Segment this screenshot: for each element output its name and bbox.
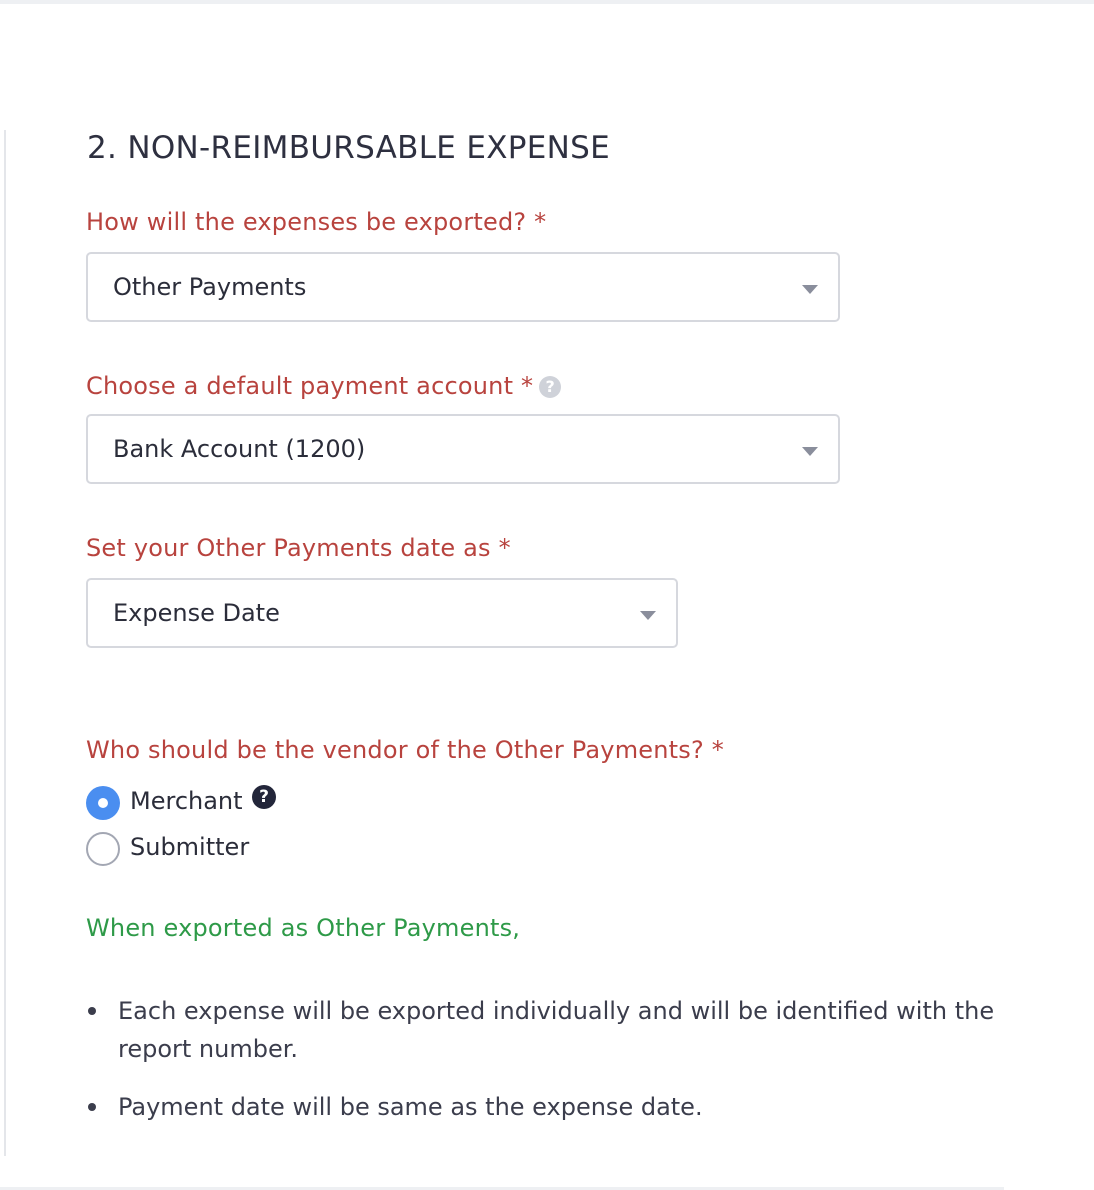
info-item-text: Each expense will be exported individual… [118, 997, 995, 1063]
export-method-select[interactable]: Other Payments [86, 252, 840, 322]
chevron-down-icon [802, 285, 818, 294]
bullet-icon [88, 1007, 96, 1015]
payment-account-label: Choose a default payment account * [86, 372, 534, 400]
payment-account-select[interactable]: Bank Account (1200) [86, 414, 840, 484]
help-icon[interactable]: ? [539, 376, 562, 398]
section-left-rule [4, 130, 6, 1156]
info-heading: When exported as Other Payments, [86, 914, 521, 942]
bullet-icon [88, 1103, 96, 1111]
export-method-value: Other Payments [113, 273, 307, 301]
list-item: Payment date will be same as the expense… [86, 1088, 1006, 1126]
help-icon[interactable]: ? [252, 785, 276, 809]
submitter-radio[interactable] [86, 832, 120, 866]
payment-date-label: Set your Other Payments date as * [86, 534, 511, 562]
payment-date-value: Expense Date [113, 599, 280, 627]
submitter-radio-label: Submitter [130, 833, 250, 861]
merchant-radio-label: Merchant [130, 787, 243, 815]
vendor-option-merchant[interactable]: Merchant ? [86, 785, 306, 820]
section-title: 2. NON-REIMBURSABLE EXPENSE [87, 130, 611, 166]
info-list: Each expense will be exported individual… [86, 992, 1006, 1146]
list-item: Each expense will be exported individual… [86, 992, 1006, 1068]
vendor-label: Who should be the vendor of the Other Pa… [86, 736, 724, 764]
merchant-radio[interactable] [86, 786, 120, 820]
payment-account-label-row: Choose a default payment account *? [86, 372, 562, 400]
chevron-down-icon [802, 447, 818, 456]
info-item-text: Payment date will be same as the expense… [118, 1093, 703, 1121]
top-divider [0, 0, 1094, 4]
payment-date-select[interactable]: Expense Date [86, 578, 678, 648]
chevron-down-icon [640, 611, 656, 620]
payment-account-value: Bank Account (1200) [113, 435, 366, 463]
export-method-label: How will the expenses be exported? * [86, 208, 547, 236]
vendor-option-submitter[interactable]: Submitter [86, 832, 306, 866]
